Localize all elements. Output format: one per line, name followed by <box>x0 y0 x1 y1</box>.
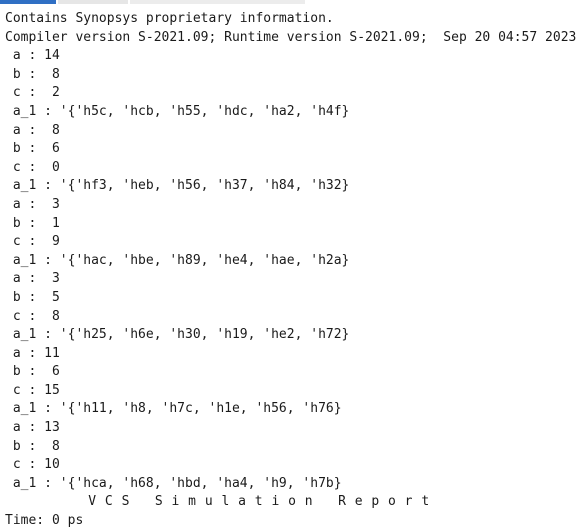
output-line: b : 5 <box>5 289 60 305</box>
output-line: b : 6 <box>5 141 60 157</box>
output-line: a : 3 <box>5 271 60 287</box>
output-line: a : 13 <box>5 420 60 436</box>
terminal-output: Contains Synopsys proprietary informatio… <box>5 10 577 531</box>
output-line: a : 3 <box>5 196 60 212</box>
output-line: c : 9 <box>5 234 60 250</box>
output-line: a : 14 <box>5 48 60 64</box>
report-title: V C S S i m u l a t i o n R e p o r t <box>5 494 430 510</box>
output-line: a_1 : '{'hf3, 'heb, 'h56, 'h37, 'h84, 'h… <box>5 178 350 194</box>
output-line: a_1 : '{'h11, 'h8, 'h7c, 'h1e, 'h56, 'h7… <box>5 401 342 417</box>
output-line: a_1 : '{'hac, 'hbe, 'h89, 'he4, 'hae, 'h… <box>5 252 350 268</box>
header-line: Compiler version S-2021.09; Runtime vers… <box>5 29 577 45</box>
output-line: b : 1 <box>5 215 60 231</box>
output-line: b : 8 <box>5 66 60 82</box>
output-line: c : 8 <box>5 308 60 324</box>
tab-inactive[interactable] <box>58 0 128 4</box>
tab-inactive[interactable] <box>130 0 305 4</box>
output-line: b : 6 <box>5 364 60 380</box>
output-line: b : 8 <box>5 438 60 454</box>
output-line: c : 2 <box>5 85 60 101</box>
output-line: a : 8 <box>5 122 60 138</box>
header-line: Contains Synopsys proprietary informatio… <box>5 11 334 26</box>
output-line: c : 0 <box>5 159 60 175</box>
output-line: a_1 : '{'h25, 'h6e, 'h30, 'h19, 'he2, 'h… <box>5 327 350 343</box>
window-tab-strip <box>0 0 579 4</box>
output-line: a_1 : '{'h5c, 'hcb, 'h55, 'hdc, 'ha2, 'h… <box>5 103 350 119</box>
output-line: a_1 : '{'hca, 'h68, 'hbd, 'ha4, 'h9, 'h7… <box>5 475 342 491</box>
output-line: a : 11 <box>5 345 60 361</box>
tab-active[interactable] <box>0 0 56 4</box>
output-line: c : 15 <box>5 382 60 398</box>
time-line: Time: 0 ps <box>5 513 84 529</box>
output-line: c : 10 <box>5 457 60 473</box>
